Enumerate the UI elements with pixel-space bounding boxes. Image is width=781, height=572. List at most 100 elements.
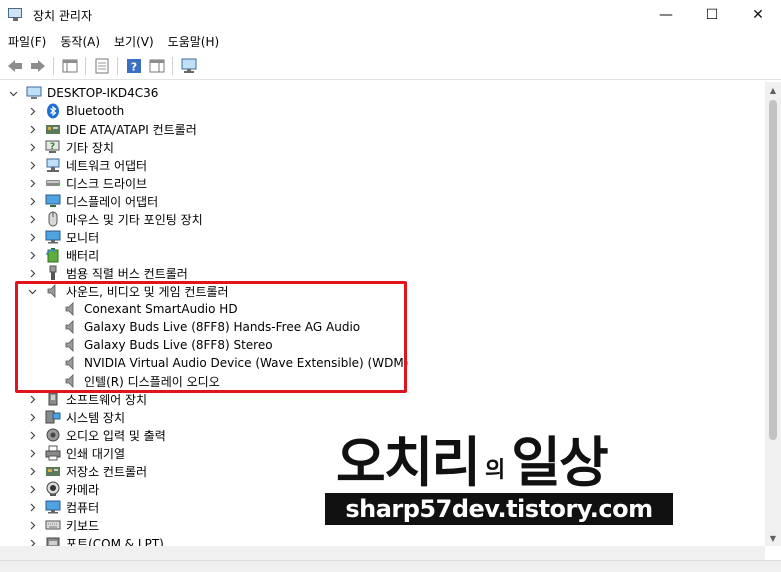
tree-item-label: 범용 직렬 버스 컨트롤러 bbox=[66, 266, 188, 281]
action-pane-icon[interactable] bbox=[146, 55, 168, 77]
computer-icon bbox=[45, 499, 61, 515]
device-item-label: Galaxy Buds Live (8FF8) Hands-Free AG Au… bbox=[84, 320, 361, 334]
device-item-label: Conexant SmartAudio HD bbox=[84, 302, 238, 316]
tree-item-print-queues[interactable]: 인쇄 대기열 bbox=[27, 444, 125, 462]
tree-item-system-devices[interactable]: 시스템 장치 bbox=[27, 408, 125, 426]
display-adapter-icon bbox=[45, 193, 61, 209]
chevron-right-icon[interactable] bbox=[27, 466, 37, 476]
chevron-down-icon[interactable] bbox=[27, 286, 37, 296]
tree-item-batteries[interactable]: 배터리 bbox=[27, 246, 99, 264]
menu-file[interactable]: 파일(F) bbox=[2, 33, 52, 50]
speaker-icon bbox=[63, 373, 79, 389]
toolbar-separator bbox=[85, 56, 86, 75]
toolbar-separator bbox=[172, 56, 173, 75]
speaker-icon bbox=[63, 355, 79, 371]
device-item-buds-handsfree[interactable]: Galaxy Buds Live (8FF8) Hands-Free AG Au… bbox=[63, 318, 360, 336]
storage-controller-icon bbox=[45, 463, 61, 479]
title-bar[interactable]: 장치 관리자 — ☐ ✕ bbox=[0, 0, 781, 30]
properties-icon[interactable] bbox=[91, 55, 113, 77]
chevron-right-icon[interactable] bbox=[27, 232, 37, 242]
help-icon[interactable]: ? bbox=[123, 55, 145, 77]
tree-item-storage-controllers[interactable]: 저장소 컨트롤러 bbox=[27, 462, 147, 480]
menu-view[interactable]: 보기(V) bbox=[108, 33, 160, 50]
chevron-right-icon[interactable] bbox=[27, 250, 37, 260]
tree-item-keyboards[interactable]: 키보드 bbox=[27, 516, 99, 534]
scroll-thumb[interactable] bbox=[769, 100, 777, 440]
tree-item-mice[interactable]: 마우스 및 기타 포인팅 장치 bbox=[27, 210, 203, 228]
tree-item-network-adapters[interactable]: 네트워크 어댑터 bbox=[27, 156, 147, 174]
menu-help[interactable]: 도움말(H) bbox=[162, 33, 226, 50]
tree-item-label: 디스크 드라이브 bbox=[66, 176, 148, 191]
tree-item-other-devices[interactable]: ? 기타 장치 bbox=[27, 138, 114, 156]
device-item-intel-display-audio[interactable]: 인텔(R) 디스플레이 오디오 bbox=[63, 372, 220, 390]
ide-controller-icon bbox=[45, 121, 61, 137]
tree-item-cameras[interactable]: 카메라 bbox=[27, 480, 99, 498]
tree-item-ports[interactable]: 포트(COM & LPT) bbox=[27, 534, 164, 546]
tree-item-label: 컴퓨터 bbox=[66, 500, 100, 515]
tree-item-label: 저장소 컨트롤러 bbox=[66, 464, 148, 479]
tree-item-bluetooth[interactable]: Bluetooth bbox=[27, 102, 124, 120]
menu-action[interactable]: 동작(A) bbox=[54, 33, 106, 50]
tree-item-disk-drives[interactable]: 디스크 드라이브 bbox=[27, 174, 147, 192]
tree-item-label: IDE ATA/ATAPI 컨트롤러 bbox=[66, 122, 197, 137]
back-arrow-icon[interactable] bbox=[4, 55, 26, 77]
tree-root-label: DESKTOP-IKD4C36 bbox=[47, 86, 159, 100]
maximize-button[interactable]: ☐ bbox=[689, 0, 735, 30]
show-hide-tree-icon[interactable] bbox=[59, 55, 81, 77]
tree-item-display-adapters[interactable]: 디스플레이 어댑터 bbox=[27, 192, 158, 210]
tree-item-monitors[interactable]: 모니터 bbox=[27, 228, 99, 246]
tree-item-label: 마우스 및 기타 포인팅 장치 bbox=[66, 212, 203, 227]
chevron-right-icon[interactable] bbox=[27, 160, 37, 170]
toolbar-separator bbox=[117, 56, 118, 75]
minimize-button[interactable]: — bbox=[643, 0, 689, 30]
network-adapter-icon bbox=[45, 157, 61, 173]
chevron-right-icon[interactable] bbox=[27, 484, 37, 494]
scroll-down-icon[interactable]: ▼ bbox=[765, 530, 781, 546]
tree-item-ide-controller[interactable]: IDE ATA/ATAPI 컨트롤러 bbox=[27, 120, 197, 138]
chevron-right-icon[interactable] bbox=[27, 196, 37, 206]
watermark-title-mid: 의 bbox=[485, 458, 506, 483]
device-item-conexant[interactable]: Conexant SmartAudio HD bbox=[63, 300, 238, 318]
chevron-right-icon[interactable] bbox=[27, 412, 37, 422]
scroll-up-icon[interactable]: ▲ bbox=[765, 82, 781, 98]
chevron-down-icon[interactable] bbox=[8, 88, 18, 98]
forward-arrow-icon[interactable] bbox=[27, 55, 49, 77]
chevron-right-icon[interactable] bbox=[27, 502, 37, 512]
chevron-right-icon[interactable] bbox=[27, 214, 37, 224]
keyboard-icon bbox=[45, 517, 61, 533]
device-item-label: 인텔(R) 디스플레이 오디오 bbox=[84, 374, 220, 389]
device-item-nvidia-audio[interactable]: NVIDIA Virtual Audio Device (Wave Extens… bbox=[63, 354, 408, 372]
close-button[interactable]: ✕ bbox=[735, 0, 781, 30]
vertical-scrollbar[interactable]: ▲ ▼ bbox=[765, 82, 781, 546]
tree-root[interactable]: DESKTOP-IKD4C36 bbox=[8, 84, 158, 102]
horizontal-scrollbar[interactable] bbox=[0, 546, 765, 560]
speaker-icon bbox=[63, 337, 79, 353]
camera-icon bbox=[45, 481, 61, 497]
chevron-right-icon[interactable] bbox=[27, 520, 37, 530]
tree-item-computer[interactable]: 컴퓨터 bbox=[27, 498, 99, 516]
tree-item-audio-io[interactable]: 오디오 입력 및 출력 bbox=[27, 426, 166, 444]
chevron-right-icon[interactable] bbox=[27, 178, 37, 188]
speaker-icon bbox=[63, 301, 79, 317]
chevron-right-icon[interactable] bbox=[27, 106, 37, 116]
tree-item-sound-video-game[interactable]: 사운드, 비디오 및 게임 컨트롤러 bbox=[27, 282, 229, 300]
device-item-buds-stereo[interactable]: Galaxy Buds Live (8FF8) Stereo bbox=[63, 336, 273, 354]
bluetooth-icon bbox=[45, 103, 61, 119]
chevron-right-icon[interactable] bbox=[27, 538, 37, 546]
tree-item-label: 포트(COM & LPT) bbox=[66, 536, 164, 547]
tree-item-usb-controllers[interactable]: 범용 직렬 버스 컨트롤러 bbox=[27, 264, 188, 282]
tree-item-label: 디스플레이 어댑터 bbox=[66, 194, 159, 209]
chevron-right-icon[interactable] bbox=[27, 268, 37, 278]
software-device-icon bbox=[45, 391, 61, 407]
svg-text:?: ? bbox=[131, 60, 137, 73]
chevron-right-icon[interactable] bbox=[27, 430, 37, 440]
tree-item-label: 인쇄 대기열 bbox=[66, 446, 126, 461]
tree-item-software-devices[interactable]: 소프트웨어 장치 bbox=[27, 390, 147, 408]
chevron-right-icon[interactable] bbox=[27, 448, 37, 458]
monitor-icon bbox=[45, 229, 61, 245]
tree-item-label: 사운드, 비디오 및 게임 컨트롤러 bbox=[66, 284, 229, 299]
chevron-right-icon[interactable] bbox=[27, 394, 37, 404]
monitor-icon[interactable] bbox=[178, 55, 200, 77]
chevron-right-icon[interactable] bbox=[27, 124, 37, 134]
chevron-right-icon[interactable] bbox=[27, 142, 37, 152]
